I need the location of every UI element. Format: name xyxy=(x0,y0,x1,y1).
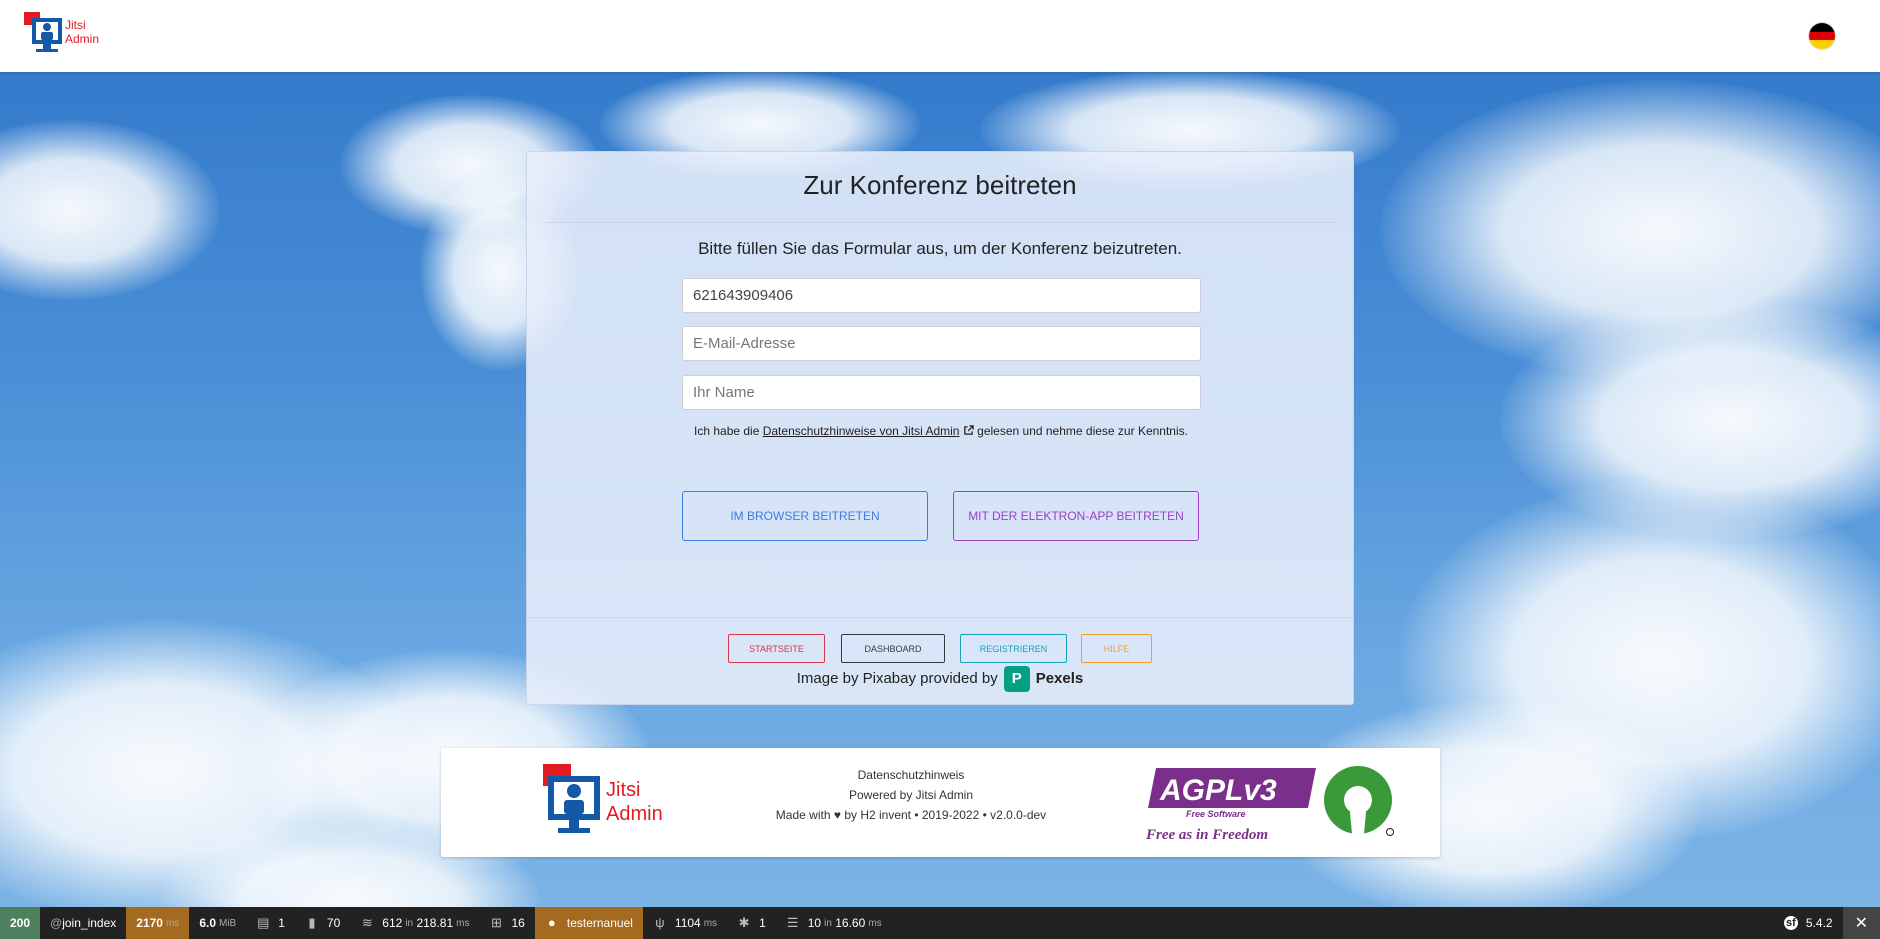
close-icon: ✕ xyxy=(1854,915,1868,932)
help-button[interactable]: Hilfe xyxy=(1081,634,1152,663)
cache-unit: ms xyxy=(456,917,470,929)
dashboard-button[interactable]: Dashboard xyxy=(841,634,945,663)
request-time-item[interactable]: 2170 ms xyxy=(126,907,190,939)
validator-count: 70 xyxy=(326,916,341,930)
validator-item[interactable]: ▮ 70 xyxy=(295,907,350,939)
cache-time: 218.81 xyxy=(416,916,454,930)
user-name: testernanuel xyxy=(566,916,633,930)
made-prefix: Made with xyxy=(775,808,831,822)
privacy-link[interactable]: Datenschutzhinweis xyxy=(858,768,965,782)
layers-icon: ≋ xyxy=(361,915,373,930)
pexels-brand[interactable]: Pexels xyxy=(1036,670,1084,687)
footer-logo-line1: Jitsi xyxy=(606,779,640,801)
status-code-badge[interactable]: 200 xyxy=(0,907,41,939)
translation-item[interactable]: ⊞ 16 xyxy=(480,907,535,939)
render-time: 1104 xyxy=(674,916,701,930)
top-navbar: Jitsi Admin xyxy=(0,0,1880,72)
events-icon: ✱ xyxy=(738,915,750,930)
pexels-logo-icon[interactable]: P xyxy=(1003,666,1030,692)
join-with-electron-app-button[interactable]: Mit der Elektron-App beitreten xyxy=(953,491,1199,541)
footer-logo-line2: Admin xyxy=(606,803,663,825)
symfony-version-item[interactable]: sf 5.4.2 xyxy=(1774,907,1843,939)
consent-suffix: gelesen und nehme diese zur Kenntnis. xyxy=(973,424,1188,438)
divider xyxy=(545,222,1337,223)
at-icon: @ xyxy=(50,916,63,930)
logo-text-line1: Jitsi xyxy=(65,18,86,32)
consent-prefix: Ich habe die xyxy=(694,424,763,438)
logo-text-line2: Admin xyxy=(65,32,99,46)
cache-count: 612 xyxy=(382,916,403,930)
privacy-consent-text: Ich habe die Datenschutzhinweise von Jit… xyxy=(687,422,1195,441)
events-count: 1 xyxy=(759,916,766,930)
credit-text: Image by Pixabay provided by xyxy=(796,669,998,687)
jitsi-admin-logo[interactable]: Jitsi Admin xyxy=(22,12,112,60)
powered-by-text: Powered by Jitsi Admin xyxy=(848,788,974,802)
database-item[interactable]: ☰ 10 in 16.60 ms xyxy=(776,907,892,939)
clipboard-icon: ▤ xyxy=(257,915,270,930)
join-conference-card: Zur Konferenz beitreten Bitte füllen Sie… xyxy=(526,151,1354,705)
agpl-sub: Free Software xyxy=(1186,809,1246,819)
agpl-v3-logo: AGPLv3 Free Software Free as in Freedom xyxy=(1146,766,1394,843)
agpl-text: AGPLv3 xyxy=(1159,774,1277,807)
page-title: Zur Konferenz beitreten xyxy=(803,170,1077,200)
made-suffix: by H2 invent • 2019-2022 • v2.0.0-dev xyxy=(844,808,1047,822)
privacy-notice-link[interactable]: Datenschutzhinweise von Jitsi Admin xyxy=(763,424,960,438)
twig-icon: ψ xyxy=(655,915,665,930)
memory-item[interactable]: 6.0 MiB xyxy=(189,907,246,939)
close-toolbar-button[interactable]: ✕ xyxy=(1842,907,1880,939)
card-footer-divider xyxy=(527,617,1353,618)
footer-info: Datenschutzhinweis Powered by Jitsi Admi… xyxy=(741,765,1081,825)
route-name: join_index xyxy=(62,916,117,930)
render-unit: ms xyxy=(703,917,718,929)
conference-id-field[interactable] xyxy=(682,278,1201,313)
validator-icon: ▮ xyxy=(308,915,316,930)
image-credit: Image by Pixabay provided by P Pexels xyxy=(527,666,1353,692)
forms-item[interactable]: ▤ 1 xyxy=(246,907,295,939)
form-instructions: Bitte füllen Sie das Formular aus, um de… xyxy=(698,239,1182,258)
user-icon: ● xyxy=(547,915,556,930)
register-button[interactable]: Registrieren xyxy=(960,634,1067,663)
cache-item[interactable]: ≋ 612 in 218.81 ms xyxy=(350,907,479,939)
route-item[interactable]: @ join_index xyxy=(40,907,126,939)
translation-count: 16 xyxy=(511,916,525,930)
user-item[interactable]: ● testernanuel xyxy=(534,907,643,939)
forms-count: 1 xyxy=(278,916,285,930)
german-flag-icon[interactable] xyxy=(1808,22,1836,50)
page-footer: Jitsi Admin Datenschutzhinweis Powered b… xyxy=(441,748,1440,857)
jitsi-admin-footer-logo: Jitsi Admin xyxy=(543,764,663,833)
db-unit: ms xyxy=(868,917,882,929)
email-field[interactable] xyxy=(682,326,1201,361)
symfony-logo-icon: sf xyxy=(1783,916,1798,930)
memory-value: 6.0 xyxy=(199,916,216,930)
request-time-unit: ms xyxy=(165,917,180,929)
db-time: 16.60 xyxy=(835,916,866,930)
cache-in: in xyxy=(405,917,414,929)
name-field[interactable] xyxy=(682,375,1201,410)
request-time: 2170 xyxy=(136,916,163,930)
heart-icon: ♥ xyxy=(833,808,841,822)
memory-unit: MiB xyxy=(219,917,237,929)
made-with-text: Made with ♥ by H2 invent • 2019-2022 • v… xyxy=(741,805,1081,825)
symfony-version: 5.4.2 xyxy=(1805,916,1833,930)
join-in-browser-button[interactable]: Im Browser beitreten xyxy=(682,491,928,541)
events-item[interactable]: ✱ 1 xyxy=(727,907,776,939)
render-time-item[interactable]: ψ 1104 ms xyxy=(643,907,727,939)
db-count: 10 xyxy=(807,916,822,930)
translation-icon: ⊞ xyxy=(491,915,502,930)
home-button[interactable]: Startseite xyxy=(728,634,825,663)
agpl-tagline: Free as in Freedom xyxy=(1146,827,1268,843)
db-in: in xyxy=(824,917,832,929)
symfony-debug-toolbar: 200 @ join_index 2170 ms 6.0 MiB ▤ 1 ▮ 70 ≋ 61… xyxy=(0,907,1880,939)
external-link-icon xyxy=(964,425,974,435)
database-icon: ☰ xyxy=(786,915,799,930)
